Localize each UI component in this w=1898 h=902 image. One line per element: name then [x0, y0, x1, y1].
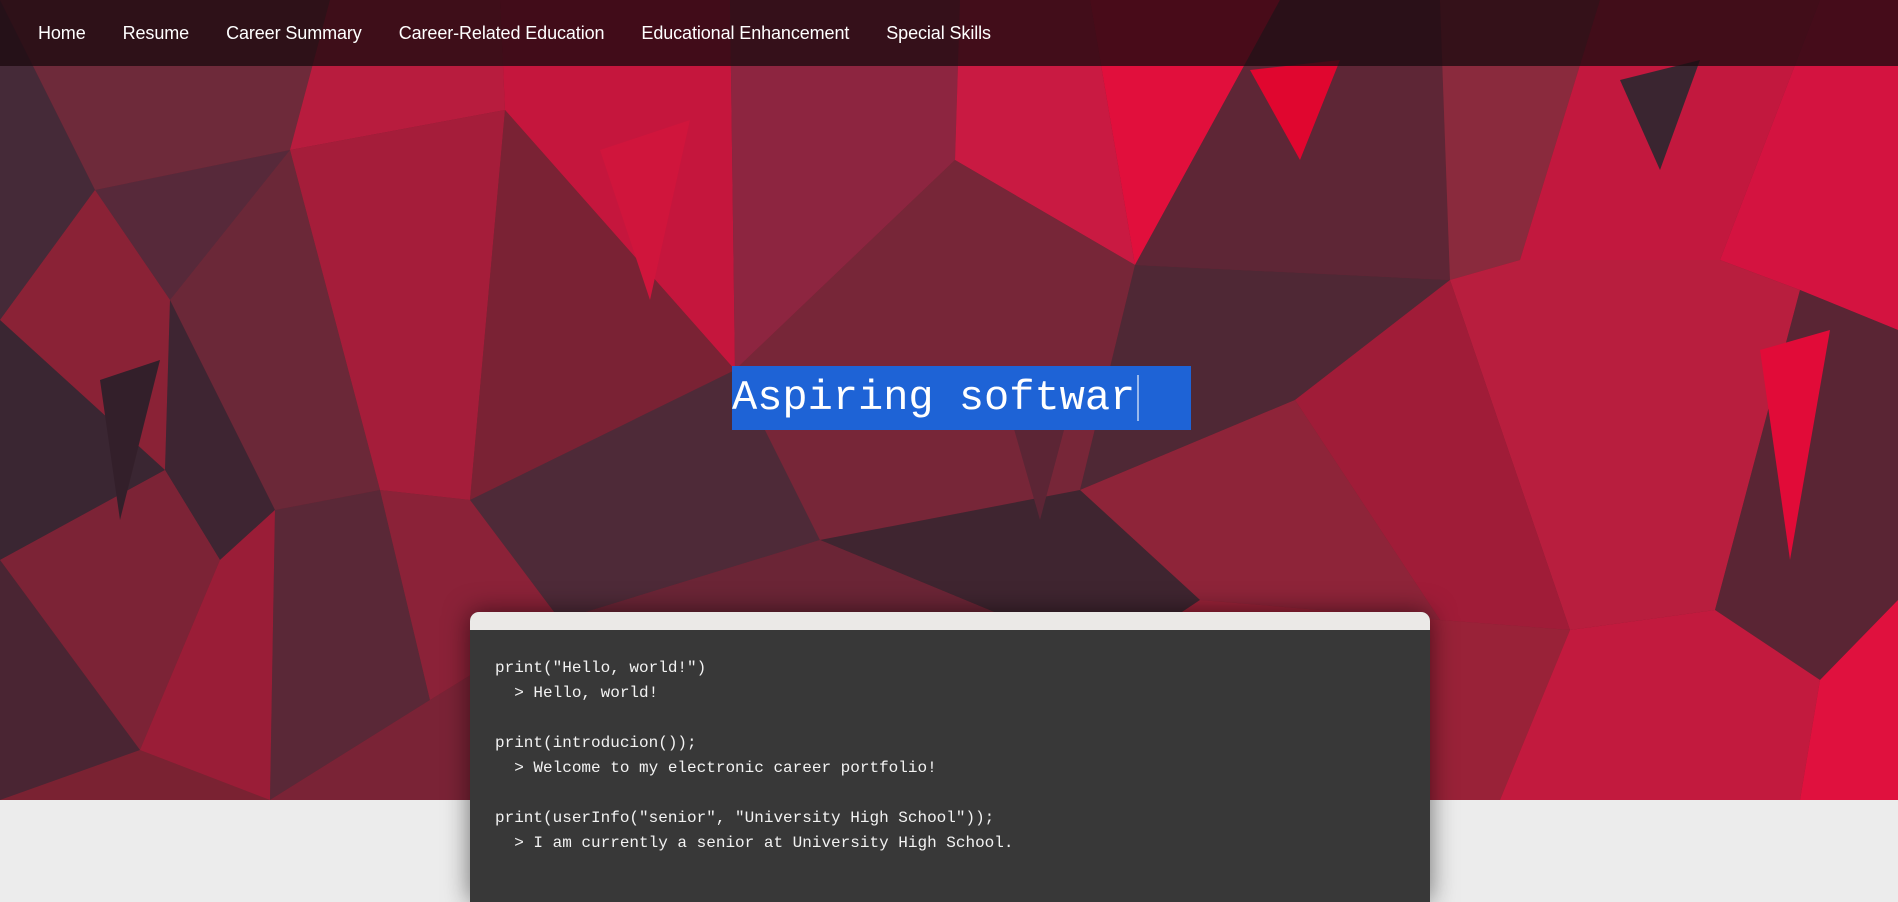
nav-career-related-education-link[interactable]: Career-Related Education	[399, 23, 605, 44]
terminal-line: print("Hello, world!")	[495, 659, 707, 677]
nav-resume-link[interactable]: Resume	[123, 23, 190, 44]
nav-special-skills-link[interactable]: Special Skills	[886, 23, 991, 44]
terminal-line: > Hello, world!	[495, 684, 659, 702]
terminal-line: > I am currently a senior at University …	[495, 834, 1014, 852]
terminal-line: > Welcome to my electronic career portfo…	[495, 759, 937, 777]
nav-home-link[interactable]: Home	[38, 23, 86, 44]
terminal-line: print(userInfo("senior", "University Hig…	[495, 809, 995, 827]
text-caret	[1137, 375, 1140, 421]
nav-educational-enhancement-link[interactable]: Educational Enhancement	[641, 23, 849, 44]
terminal-title-bar	[470, 612, 1430, 630]
headline-selection: Aspiring softwar	[732, 366, 1191, 430]
top-navbar: Home Resume Career Summary Career-Relate…	[0, 0, 1898, 66]
code-terminal: print("Hello, world!") > Hello, world! p…	[470, 612, 1430, 902]
terminal-line: print(introducion());	[495, 734, 697, 752]
nav-career-summary-link[interactable]: Career Summary	[226, 23, 362, 44]
hero-headline: Aspiring softwar	[732, 374, 1136, 422]
terminal-output: print("Hello, world!") > Hello, world! p…	[470, 630, 1430, 856]
